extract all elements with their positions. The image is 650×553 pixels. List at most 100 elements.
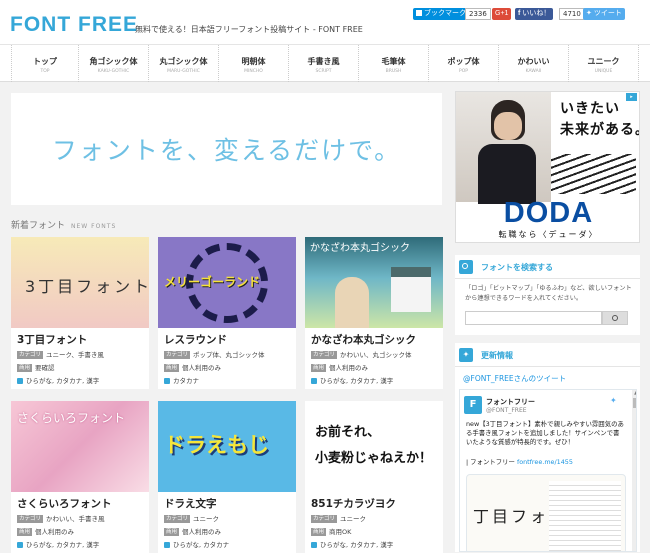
font-card[interactable]: 3丁目フォント 3丁目フォント カテゴリ ユニーク、手書き風 商用 要確認 ひらがな… (11, 237, 149, 389)
twitter-bird-icon: ✦ (586, 10, 592, 17)
search-input[interactable] (465, 311, 602, 325)
search-hint: 「ロゴ」「ビットマップ」「ゆるふわ」など、欲しいフォントから連想できるワードを入… (465, 285, 632, 302)
facebook-like-button[interactable]: f いいね！ (515, 8, 554, 20)
account-avatar[interactable]: F (464, 396, 482, 414)
character-illustration (335, 277, 369, 328)
tweets-label[interactable]: @FONT_FREEさんのツイート (463, 373, 566, 384)
thumbnail-text-1: お前それ、 (315, 425, 381, 440)
news-widget: ✦ 更新情報 @FONT_FREEさんのツイート F フォントフリー @FONT… (455, 343, 640, 552)
facebook-count: 4710 (559, 8, 585, 20)
adchoices-icon[interactable]: ▸ (626, 93, 637, 101)
thumbnail-text: 3丁目フォント (25, 277, 149, 296)
hero-banner: フォントを、変えるだけで。 (11, 93, 442, 205)
nav-item-maru-gothic[interactable]: 丸ゴシック体 MARU-GOTHIC (149, 45, 219, 82)
ad-tagline: 転職なら〈デューダ〉 (498, 230, 599, 239)
search-widget: フォントを検索する 「ロゴ」「ビットマップ」「ゆるふわ」など、欲しいフォントから… (455, 255, 640, 335)
tweet-image-preview[interactable]: 丁目フォン (466, 474, 626, 551)
timeline-scrollbar[interactable]: ▲ (632, 390, 636, 551)
tweet-timeline[interactable]: F フォントフリー @FONT_FREE ✦ new【3丁目フォント】素朴で親し… (459, 389, 637, 552)
preview-document (549, 481, 621, 551)
tag-icon (164, 378, 170, 384)
category-row: カテゴリ ユニーク (164, 515, 220, 523)
tweet-text: new【3丁目フォント】素朴で親しみやすい雰囲気のある手書き風フォントを追加しま… (466, 420, 624, 446)
facebook-icon: f (518, 10, 521, 17)
site-logo[interactable]: FONT FREE (10, 13, 138, 37)
ad-line-2: 未来がある。 (560, 122, 639, 138)
font-title[interactable]: さくらいろフォント (17, 496, 112, 511)
account-handle: @FONT_FREE (486, 407, 527, 414)
category-row: カテゴリ かわいい、丸ゴシック体 (311, 351, 412, 359)
scroll-thumb[interactable] (633, 398, 636, 408)
font-card[interactable]: さくらいろフォント さくらいろフォント カテゴリ かわいい、手書き風 商用 個人利用… (11, 401, 149, 553)
usage-row: 商用 個人利用のみ (164, 364, 222, 372)
font-title[interactable]: かなざわ本丸ゴシック (311, 332, 416, 347)
nav-item-top[interactable]: トップ TOP (11, 45, 79, 82)
font-thumbnail[interactable]: お前それ、 小麦粉じゃねえか！ (305, 401, 443, 492)
font-thumbnail[interactable]: ドラえもじ (158, 401, 296, 492)
glyphs-row: ひらがな, カタカナ, 漢字 (17, 539, 99, 549)
thumbnail-text: さくらいろフォント (17, 411, 126, 425)
tag-icon (311, 542, 317, 548)
nav-item-script[interactable]: 手書き風 SCRIPT (289, 45, 359, 82)
nav-item-kaku-gothic[interactable]: 角ゴシック体 KAKU-GOTHIC (79, 45, 149, 82)
tweet-bird-icon: ✦ (610, 396, 617, 405)
font-title[interactable]: ドラえ文字 (164, 496, 217, 511)
tag-icon (164, 542, 170, 548)
category-row: カテゴリ ポップ体、丸ゴシック体 (164, 351, 265, 359)
search-button[interactable] (602, 311, 628, 325)
thumbnail-text-2: 小麦粉じゃねえか！ (315, 451, 433, 466)
font-thumbnail[interactable]: メリーゴーランド (158, 237, 296, 328)
twitter-icon: ✦ (459, 348, 473, 362)
category-row: カテゴリ ユニーク、手書き風 (17, 351, 104, 359)
glyphs-row: ひらがな, カタカナ, 漢字 (311, 539, 393, 549)
site-tagline: 無料で使える！日本語フリーフォント投稿サイト - FONT FREE (135, 25, 363, 34)
nav-item-unique[interactable]: ユニーク UNIQUE (569, 45, 639, 82)
hero-text: フォントを、変えるだけで。 (51, 136, 402, 165)
account-name[interactable]: フォントフリー (486, 397, 535, 407)
site-header: FONT FREE 無料で使える！日本語フリーフォント投稿サイト - FONT … (0, 0, 650, 44)
font-card[interactable]: お前それ、 小麦粉じゃねえか！ 851チカラヅヨク カテゴリ ユニーク 商用 商用O… (305, 401, 443, 553)
usage-row: 商用 要確認 (17, 364, 55, 372)
new-fonts-heading: 新着フォント NEW FONTS (11, 221, 117, 231)
font-title[interactable]: レスラウンド (164, 332, 227, 347)
ad-brand-logo: DODA (503, 197, 594, 229)
tweet-link-row: | フォントフリー fontfree.me/1455 (466, 458, 573, 466)
category-row: カテゴリ かわいい、手書き風 (17, 515, 105, 523)
ad-arrows-graphic (551, 154, 636, 194)
font-card[interactable]: メリーゴーランド レスラウンド カテゴリ ポップ体、丸ゴシック体 商用 個人利用のみ… (158, 237, 296, 389)
nav-item-mincho[interactable]: 明朝体 MINCHO (219, 45, 289, 82)
thumbnail-text: ドラえもじ (164, 433, 269, 457)
font-card[interactable]: ドラえもじ ドラえ文字 カテゴリ ユニーク 商用 個人利用のみ ひらがな, カタカナ (158, 401, 296, 553)
font-title[interactable]: 851チカラヅヨク (311, 496, 396, 511)
search-icon (459, 260, 473, 274)
ad-person-photo (456, 92, 551, 204)
tweet-link[interactable]: fontfree.me/1455 (517, 458, 573, 466)
news-widget-title: 更新情報 (481, 351, 513, 360)
font-card[interactable]: かなざわ本丸ゴシック かなざわ本丸ゴシック カテゴリ かわいい、丸ゴシック体 商用… (305, 237, 443, 389)
nav-item-pop[interactable]: ポップ体 POP (429, 45, 499, 82)
glyphs-row: ひらがな, カタカナ (164, 539, 229, 549)
glyphs-row: ひらがな, カタカナ, 漢字 (17, 375, 99, 385)
usage-row: 商用 個人利用のみ (17, 528, 75, 536)
magnifier-icon (612, 315, 618, 321)
font-thumbnail[interactable]: 3丁目フォント (11, 237, 149, 328)
hatena-bookmark-button[interactable]: ブックマーク (413, 8, 469, 20)
usage-row: 商用 個人利用のみ (311, 364, 369, 372)
nav-item-brush[interactable]: 毛筆体 BRUSH (359, 45, 429, 82)
thumbnail-text: かなざわ本丸ゴシック (310, 243, 410, 254)
hatena-count: 2336 (465, 8, 491, 20)
usage-row: 商用 個人利用のみ (164, 528, 222, 536)
doda-ad-banner[interactable]: ▸ いきたい 未来がある。 DODA 転職なら〈デューダ〉 (455, 91, 640, 243)
twitter-tweet-button[interactable]: ✦ ツイート (583, 8, 625, 20)
search-widget-title: フォントを検索する (481, 263, 553, 272)
scroll-up-arrow[interactable]: ▲ (632, 390, 636, 396)
thumbnail-text: メリーゴーランド (164, 275, 261, 289)
font-thumbnail[interactable]: さくらいろフォント (11, 401, 149, 492)
category-row: カテゴリ ユニーク (311, 515, 367, 523)
font-title[interactable]: 3丁目フォント (17, 332, 87, 347)
font-thumbnail[interactable]: かなざわ本丸ゴシック (305, 237, 443, 328)
gplus-button[interactable]: G+1 (492, 8, 512, 20)
hatena-icon (416, 10, 422, 17)
category-nav: トップ TOP 角ゴシック体 KAKU-GOTHIC 丸ゴシック体 MARU-GOTH… (0, 44, 650, 82)
nav-item-kawaii[interactable]: かわいい KAWAII (499, 45, 569, 82)
